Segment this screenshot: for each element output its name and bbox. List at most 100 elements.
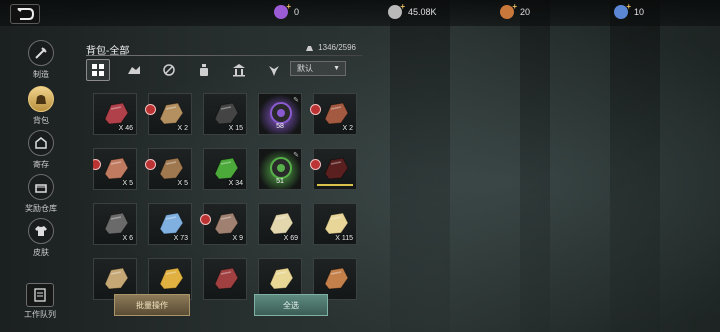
button-label: 批量操作 — [136, 300, 168, 310]
gear-filter-icon — [269, 66, 279, 76]
filter-material[interactable] — [123, 60, 145, 80]
select-all-button[interactable]: 全选 — [254, 294, 328, 316]
crystal-icon — [159, 212, 184, 235]
pelt-bundle-icon — [104, 267, 129, 290]
inventory-grid: X 46 X 2 X 15 ✎ 58 X 2 X 5 X 5 X 34 ✎ 51 X 6 X 73 X 9… — [93, 93, 363, 303]
inventory-slot[interactable]: X 6 — [93, 203, 137, 245]
item-quantity: X 73 — [173, 235, 188, 242]
paper-icon — [269, 267, 294, 290]
bone-icon — [269, 212, 294, 235]
sidebar-item-label: 制造 — [33, 70, 49, 79]
building-filter-icon — [233, 64, 245, 77]
sidebar-item-storage[interactable]: 寄存 — [24, 130, 58, 170]
bag-icon — [28, 86, 54, 112]
inventory-slot[interactable]: ✎ 51 — [258, 148, 302, 190]
item-level: 51 — [276, 178, 284, 185]
inventory-slot[interactable]: X 2 — [310, 93, 357, 135]
item-quantity: X 5 — [122, 180, 133, 187]
all-filter-icon — [92, 64, 104, 76]
sidebar-item-label: 奖励仓库 — [25, 204, 57, 213]
capacity-indicator: 1346/2596 — [305, 43, 356, 52]
inventory-slot[interactable]: X 5 — [93, 148, 137, 190]
silver-coin-icon: + — [388, 2, 405, 19]
lock-badge-icon — [310, 104, 321, 115]
inventory-slot[interactable]: X 73 — [148, 203, 192, 245]
wood-logs-icon — [159, 102, 184, 125]
lock-badge-icon — [145, 104, 156, 115]
bronze-token-icon: + — [500, 2, 517, 19]
weight-icon — [306, 46, 314, 51]
lock-badge-icon — [145, 159, 156, 170]
inventory-slot[interactable]: X 69 — [258, 203, 302, 245]
inventory-slot[interactable]: X 115 — [313, 203, 357, 245]
sidebar: 制造 背包 寄存 奖励仓库 皮肤 工作队列 — [0, 30, 80, 332]
filter-bar: 默认 ▼ — [86, 59, 362, 81]
inventory-slot[interactable] — [203, 258, 247, 300]
currency-value: 20 — [520, 7, 531, 17]
sausage-icon — [324, 102, 349, 125]
sort-value: 默认 — [297, 64, 313, 73]
item-quantity: X 2 — [177, 125, 188, 132]
reward-chest-icon — [28, 174, 54, 200]
material-filter-icon — [128, 66, 140, 74]
item-quantity: X 34 — [228, 180, 243, 187]
storage-icon — [28, 130, 54, 156]
inventory-slot[interactable]: X 46 — [93, 93, 137, 135]
background-tree — [390, 0, 450, 332]
inventory-slot[interactable]: X 34 — [203, 148, 247, 190]
inventory-slot[interactable]: ✎ 58 — [258, 93, 302, 135]
meat-dish-icon — [214, 267, 239, 290]
purple-gem-icon: + — [274, 2, 291, 19]
top-bar: + 0 + 45.08K + 20 + 10 — [0, 0, 720, 26]
wood-planks-icon — [159, 157, 184, 180]
sidebar-item-label: 皮肤 — [33, 248, 49, 257]
currency-silver[interactable]: + 45.08K — [388, 2, 437, 19]
work-queue-icon — [26, 283, 54, 307]
currency-value: 0 — [294, 7, 300, 17]
inventory-slot[interactable]: X 2 — [145, 93, 192, 135]
filter-fiber[interactable] — [158, 60, 180, 80]
sort-dropdown[interactable]: 默认 ▼ — [290, 61, 346, 76]
inventory-slot[interactable] — [310, 148, 357, 190]
currency-bronze[interactable]: + 20 — [500, 2, 531, 19]
filter-gear[interactable] — [263, 60, 285, 80]
sidebar-item-bag[interactable]: 背包 — [24, 86, 58, 126]
gold-bar-icon — [159, 267, 184, 290]
hardwood-logs-icon — [104, 157, 129, 180]
sidebar-item-crafting[interactable]: 制造 — [24, 40, 58, 80]
inventory-panel: 背包-全部 1346/2596 默认 ▼ X 46 X 2 X 15 ✎ 58 … — [86, 38, 362, 332]
inventory-slot[interactable]: X 5 — [145, 148, 192, 190]
inventory-slot[interactable]: X 9 — [200, 203, 247, 245]
filter-all[interactable] — [86, 59, 110, 81]
crafting-icon — [28, 40, 54, 66]
background-tree — [610, 0, 660, 332]
sidebar-item-label: 背包 — [33, 116, 49, 125]
work-queue-button[interactable]: 工作队列 — [14, 283, 66, 319]
coal-icon — [104, 212, 129, 235]
item-quantity: X 46 — [118, 125, 133, 132]
filter-building[interactable] — [228, 60, 250, 80]
inventory-slot[interactable]: X 15 — [203, 93, 247, 135]
durability-bar — [317, 184, 353, 186]
currency-purple[interactable]: + 0 — [274, 2, 300, 19]
back-button[interactable] — [10, 4, 40, 24]
back-arrow-icon — [17, 8, 34, 20]
sidebar-item-reward-warehouse[interactable]: 奖励仓库 — [24, 174, 58, 214]
filter-potion[interactable] — [193, 60, 215, 80]
capacity-value: 1346/2596 — [318, 43, 356, 52]
lock-badge-icon — [93, 159, 101, 170]
chevron-down-icon: ▼ — [333, 65, 340, 72]
berries-icon — [214, 102, 239, 125]
item-quantity: X 5 — [177, 180, 188, 187]
currency-value: 10 — [634, 7, 645, 17]
sidebar-item-skin[interactable]: 皮肤 — [24, 218, 58, 258]
currency-blue[interactable]: + 10 — [614, 2, 645, 19]
fiber-filter-icon — [163, 64, 175, 76]
divider — [86, 55, 362, 56]
edit-pin-icon: ✎ — [293, 97, 299, 104]
item-quantity: X 9 — [232, 235, 243, 242]
item-quantity: X 6 — [122, 235, 133, 242]
dark-feather-icon — [324, 157, 349, 180]
feather-icon — [214, 212, 239, 235]
batch-operation-button[interactable]: 批量操作 — [114, 294, 190, 316]
